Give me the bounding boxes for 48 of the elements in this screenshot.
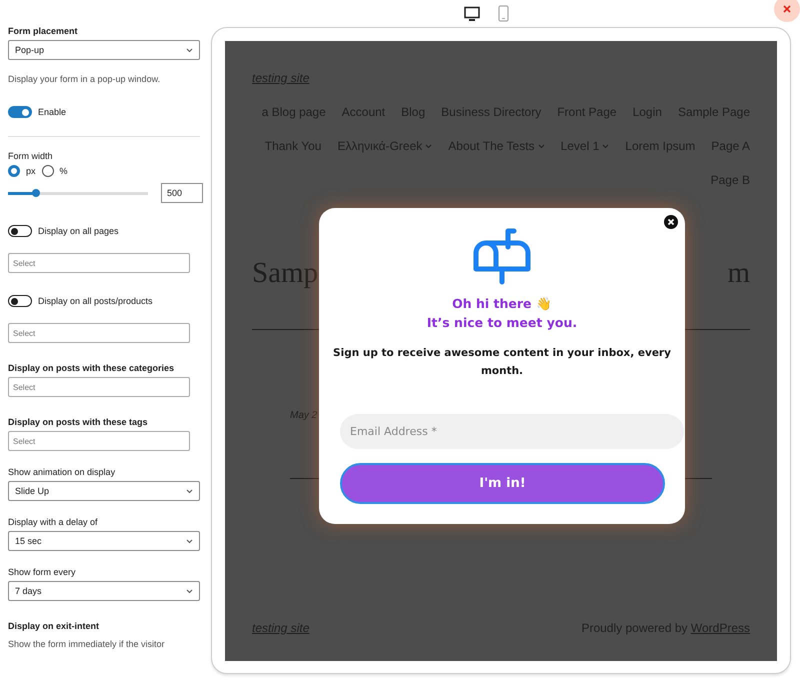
slider-thumb[interactable] — [32, 188, 40, 196]
chevron-down-icon — [602, 144, 610, 148]
section-heading: Display on posts with these categories — [8, 363, 174, 373]
toggle-switch[interactable] — [8, 106, 32, 118]
radio-button[interactable] — [42, 165, 54, 177]
dropdown[interactable]: 7 days — [8, 581, 200, 601]
field-label: Display with a delay of — [8, 517, 98, 527]
chevron-down-icon — [186, 588, 193, 594]
chevron-down-icon — [186, 538, 193, 544]
help-text: Display your form in a pop-up window. — [8, 74, 160, 84]
section-heading: Display on posts with these tags — [8, 417, 148, 427]
phone-icon[interactable] — [498, 5, 508, 22]
chevron-down-icon — [186, 488, 193, 494]
help-text: Show the form immediately if the visitor — [8, 639, 165, 649]
select-field[interactable]: Select — [8, 253, 190, 273]
toggle-label: Display on all pages — [38, 226, 119, 236]
close-button[interactable] — [774, 0, 800, 22]
radio-button[interactable] — [8, 165, 20, 177]
toggle-switch[interactable] — [8, 295, 32, 307]
toggle-switch[interactable] — [8, 225, 32, 237]
desktop-icon[interactable] — [464, 6, 480, 22]
dropdown[interactable]: Pop-up — [8, 40, 200, 60]
number-field[interactable]: 500 — [161, 183, 203, 203]
chevron-down-icon — [186, 48, 193, 52]
greeting-text: Oh hi there 👋 — [452, 296, 552, 311]
submit-button[interactable]: I'm in! — [340, 463, 665, 504]
slider-track[interactable] — [8, 192, 148, 194]
close-icon[interactable] — [664, 215, 678, 229]
field-label: Show animation on display — [8, 467, 116, 477]
toggle-label: Enable — [38, 107, 66, 117]
chevron-down-icon — [538, 144, 545, 148]
select-field[interactable]: Select — [8, 323, 190, 343]
field-label: Form width — [8, 151, 53, 161]
dropdown[interactable]: Slide Up — [8, 481, 200, 501]
chevron-down-icon — [425, 144, 432, 148]
close-icon — [783, 5, 791, 13]
toggle-label: Display on all posts/products — [38, 296, 153, 306]
signup-message: Sign up to receive awesome content in your inbox, every month. — [332, 346, 672, 379]
select-field[interactable]: Select — [8, 431, 190, 451]
section-heading: Form placement — [8, 26, 78, 36]
dropdown[interactable]: 15 sec — [8, 531, 200, 551]
radio-label: % — [60, 166, 68, 176]
field-label: Show form every — [8, 567, 76, 577]
radio-label: px — [26, 166, 36, 176]
email-field[interactable]: Email Address * — [340, 414, 684, 449]
select-field[interactable]: Select — [8, 377, 190, 397]
greeting-text: It’s nice to meet you. — [426, 315, 578, 330]
section-heading: Display on exit-intent — [8, 621, 100, 631]
